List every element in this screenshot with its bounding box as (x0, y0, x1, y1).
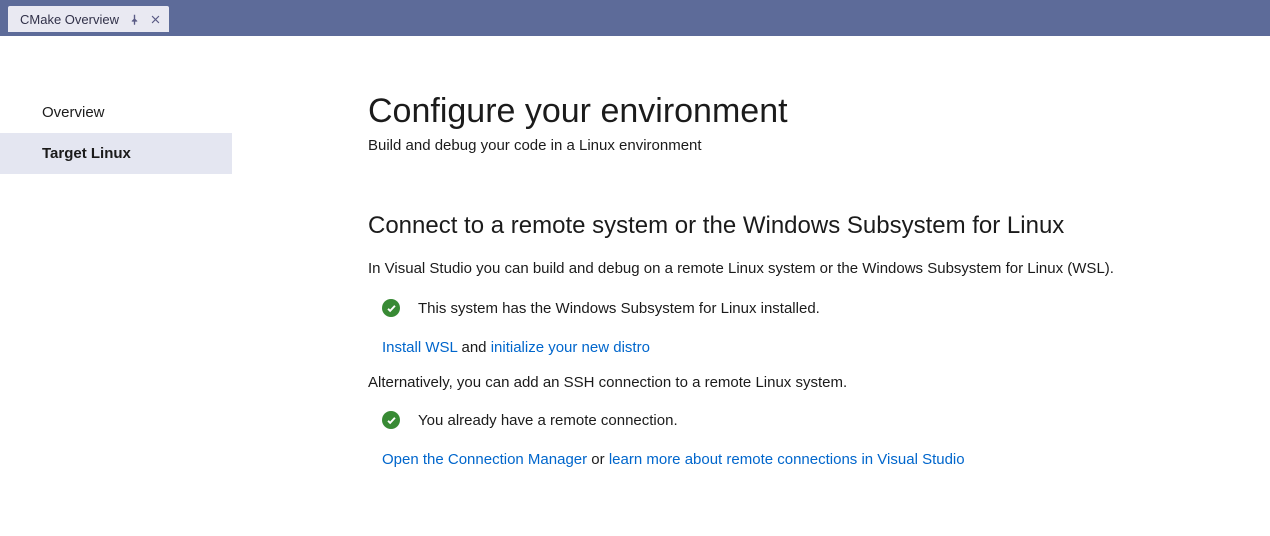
tab-title: CMake Overview (20, 12, 119, 27)
sidebar-item-overview[interactable]: Overview (0, 92, 232, 133)
text-or: or (587, 451, 609, 468)
page-title: Configure your environment (368, 92, 1250, 131)
connection-links-row: Open the Connection Manager or learn mor… (368, 451, 1250, 468)
learn-more-link[interactable]: learn more about remote connections in V… (609, 451, 965, 468)
status-row-remote: You already have a remote connection. (368, 411, 1250, 429)
sidebar-item-label: Target Linux (42, 145, 131, 162)
install-wsl-link[interactable]: Install WSL (382, 339, 457, 356)
status-text: You already have a remote connection. (418, 412, 678, 429)
section-heading: Connect to a remote system or the Window… (368, 212, 1250, 240)
check-icon (382, 299, 400, 317)
page-subtitle: Build and debug your code in a Linux env… (368, 137, 1250, 154)
wsl-links-row: Install WSL and initialize your new dist… (368, 339, 1250, 356)
document-tab[interactable]: CMake Overview (8, 6, 169, 32)
alt-text: Alternatively, you can add an SSH connec… (368, 374, 1250, 391)
main-content: Configure your environment Build and deb… (232, 92, 1270, 486)
close-icon[interactable] (150, 14, 161, 25)
initialize-distro-link[interactable]: initialize your new distro (491, 339, 650, 356)
sidebar-item-label: Overview (42, 104, 105, 121)
pin-icon[interactable] (129, 14, 140, 25)
text-and: and (457, 339, 490, 356)
open-connection-manager-link[interactable]: Open the Connection Manager (382, 451, 587, 468)
status-text: This system has the Windows Subsystem fo… (418, 300, 820, 317)
check-icon (382, 411, 400, 429)
status-row-wsl: This system has the Windows Subsystem fo… (368, 299, 1250, 317)
intro-text: In Visual Studio you can build and debug… (368, 258, 1250, 279)
sidebar: Overview Target Linux (0, 92, 232, 486)
title-bar: CMake Overview (0, 0, 1270, 32)
sidebar-item-target-linux[interactable]: Target Linux (0, 133, 232, 174)
